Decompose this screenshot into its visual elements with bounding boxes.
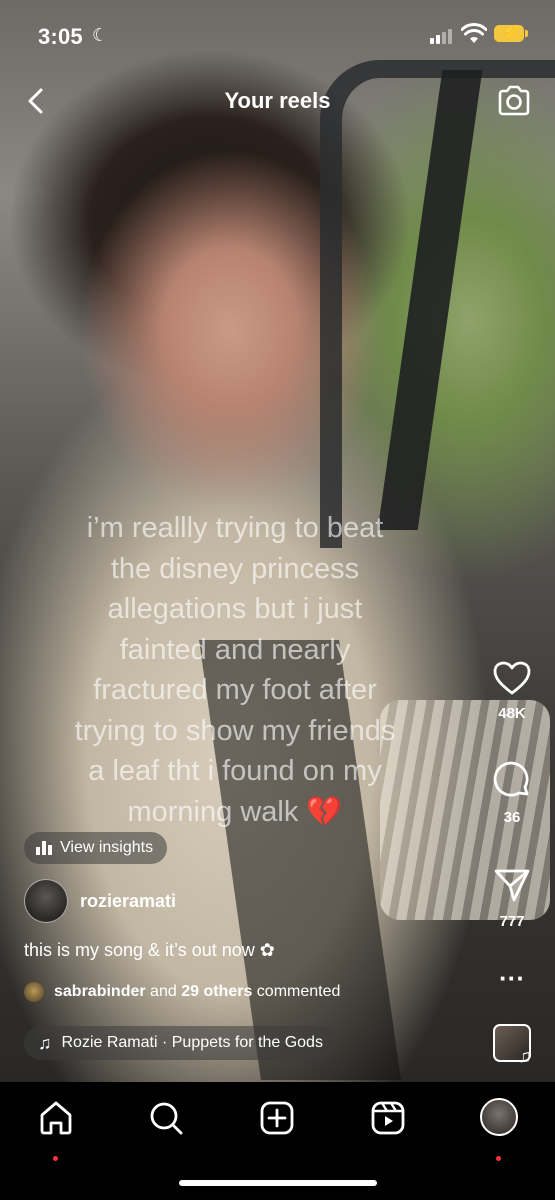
nav-home[interactable] xyxy=(36,1098,76,1161)
camera-icon[interactable] xyxy=(496,84,532,118)
reels-icon xyxy=(371,1101,405,1135)
music-chip[interactable]: ♫ Rozie Ramati · Puppets for the Gods xyxy=(24,1026,337,1060)
search-icon xyxy=(150,1102,183,1135)
author-username[interactable]: rozieramati xyxy=(80,891,176,912)
overlay-line: fractured my foot after xyxy=(93,674,377,706)
comment-button[interactable]: 36 xyxy=(482,760,542,826)
profile-avatar xyxy=(480,1098,518,1136)
view-insights-button[interactable]: View insights xyxy=(24,832,168,864)
music-note-icon: ♫ xyxy=(518,1046,532,1066)
overlay-line: fainted and nearly xyxy=(119,633,351,666)
heart-icon xyxy=(493,661,531,695)
commenter-others: 29 others xyxy=(181,983,253,1000)
comments-summary[interactable]: sabrabinder and 29 others commented xyxy=(24,982,340,1002)
home-icon xyxy=(40,1101,72,1135)
battery-icon: ⚡ xyxy=(494,24,528,42)
add-icon xyxy=(260,1101,294,1135)
comments-middle: and xyxy=(150,983,177,1000)
wifi-icon xyxy=(461,23,487,43)
commenter-avatar xyxy=(24,982,44,1002)
comment-icon xyxy=(493,761,529,797)
home-indicator[interactable] xyxy=(179,1180,377,1186)
broken-heart-emoji: 💔 xyxy=(306,795,343,828)
post-caption[interactable]: this is my song & it’s out now ✿ xyxy=(24,940,275,961)
share-icon xyxy=(494,869,530,902)
notification-dot xyxy=(496,1156,501,1161)
reel-text-overlay: i’m reallly trying to beat the disney pr… xyxy=(30,508,440,832)
nav-search[interactable] xyxy=(146,1098,186,1138)
overlay-line: a leaf tht i found on my xyxy=(88,755,382,787)
bar-chart-icon xyxy=(36,841,52,855)
status-time: 3:05 xyxy=(38,24,83,49)
nav-profile[interactable] xyxy=(480,1098,520,1161)
comments-text: sabrabinder and 29 others commented xyxy=(54,983,340,1001)
music-label: Rozie Ramati · Puppets for the Gods xyxy=(61,1034,323,1051)
overlay-line: allegations but i just xyxy=(107,593,363,625)
commenter-username: sabrabinder xyxy=(54,983,146,1000)
view-insights-label: View insights xyxy=(60,839,154,856)
nav-reels[interactable] xyxy=(368,1098,408,1138)
music-note-icon: ♫ xyxy=(38,1032,52,1053)
overlay-line-last: morning walk 💔 xyxy=(30,792,440,833)
more-options-icon[interactable]: ··· xyxy=(482,965,542,991)
status-bar: 3:05 ☾ ⚡ xyxy=(0,0,555,70)
page-title: Your reels xyxy=(224,88,331,113)
like-count: 48K xyxy=(498,705,526,722)
author-row[interactable]: rozieramati xyxy=(24,879,176,923)
share-button[interactable]: 777 xyxy=(482,866,542,930)
moon-icon: ☾ xyxy=(92,25,109,45)
overlay-line: trying to show my friends xyxy=(74,714,396,747)
notification-dot xyxy=(53,1156,58,1161)
share-count: 777 xyxy=(499,913,525,930)
signal-icon xyxy=(430,28,456,44)
nav-create[interactable] xyxy=(257,1098,297,1138)
overlay-line: the disney princess xyxy=(110,552,360,585)
avatar[interactable] xyxy=(24,879,68,923)
comments-suffix: commented xyxy=(256,983,341,1000)
comment-count: 36 xyxy=(503,809,521,826)
like-button[interactable]: 48K xyxy=(482,660,542,722)
overlay-line: i’m reallly trying to beat xyxy=(86,512,384,544)
overlay-line: morning walk xyxy=(127,795,299,828)
